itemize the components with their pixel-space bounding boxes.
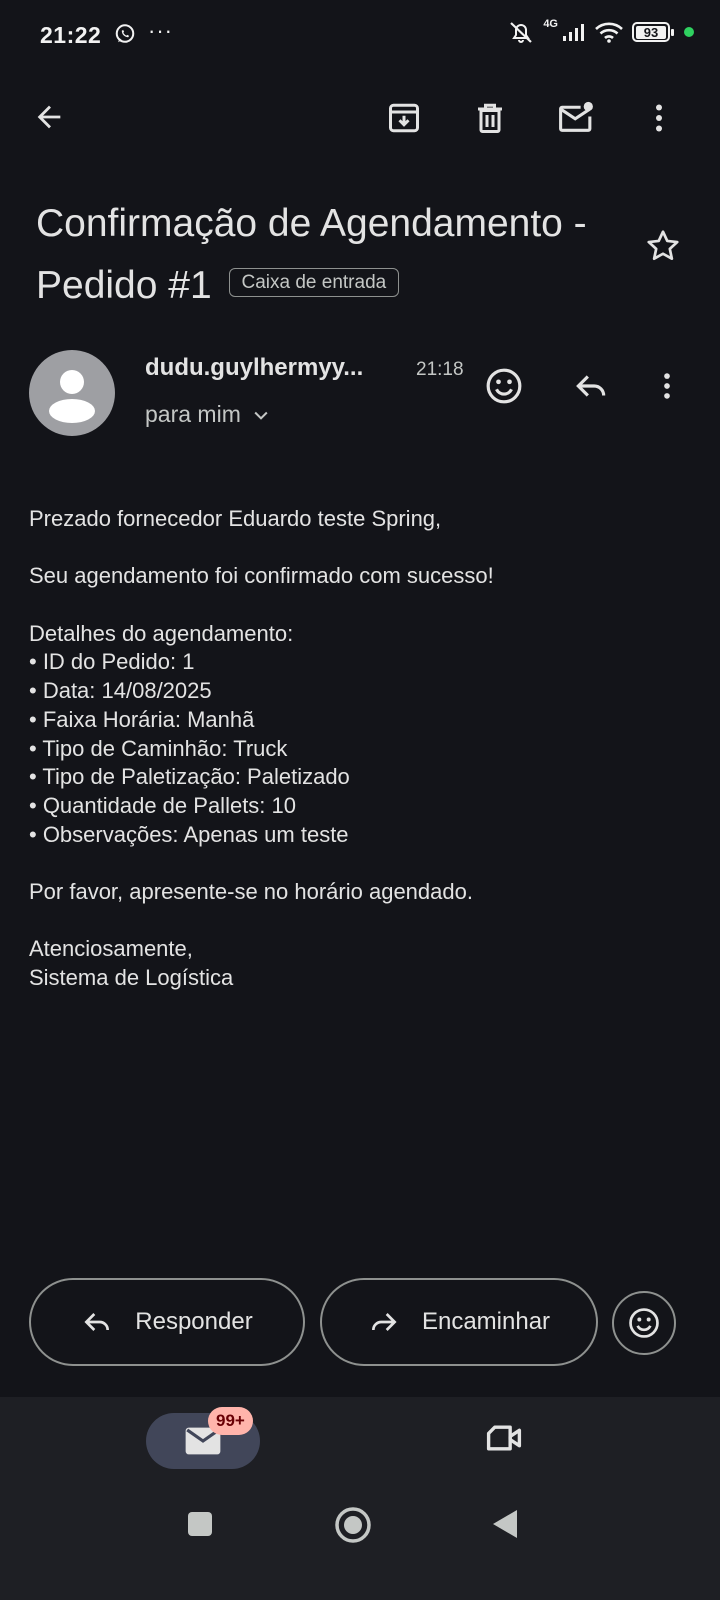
reply-button[interactable]: Responder [29,1278,305,1366]
star-button[interactable] [644,227,682,265]
emoji-icon [629,1308,659,1338]
message-more-button[interactable] [650,367,684,405]
avatar[interactable] [29,350,115,436]
reply-icon [84,1313,110,1331]
reply-icon [576,375,606,397]
person-icon [49,370,95,423]
signal-icon [562,22,586,42]
forward-label: Encaminhar [421,1308,551,1335]
bottom-navigation [0,1397,720,1600]
more-vert-icon [664,373,670,399]
detail-item: • Faixa Horária: Manhã [29,706,255,732]
network-type: 4G [543,18,558,30]
wifi-icon [594,21,624,43]
greeting: Prezado fornecedor Eduardo teste Spring, [29,506,442,531]
detail-item: • Observações: Apenas um teste [29,821,349,847]
home-button[interactable] [334,1506,372,1544]
back-triangle-icon [493,1510,517,1538]
square-icon [188,1512,212,1536]
more-vert-icon [656,104,662,132]
home-circle-icon [335,1507,371,1543]
signature: Sistema de Logística [29,965,234,991]
back-arrow-icon [37,105,61,129]
delete-button[interactable] [472,100,508,136]
emoji-icon [486,368,522,404]
whatsapp-icon [114,23,136,45]
request-text: Por favor, apresente-se no horário agend… [29,879,473,905]
sender-name[interactable]: dudu.guylhermyy... [145,354,363,382]
battery-level: 93 [636,25,666,39]
privacy-indicator [684,27,694,37]
reply-label: Responder [135,1308,253,1335]
status-icons: 4G 93 [507,18,694,44]
archive-button[interactable] [386,100,422,136]
reply-icon-button[interactable] [572,367,610,405]
more-options-button[interactable] [641,100,677,136]
detail-item: • Tipo de Paletização: Paletizado [29,764,350,790]
delete-icon [478,103,502,133]
confirmation-text: Seu agendamento foi confirmado com suces… [29,563,494,589]
forward-icon [371,1313,397,1331]
closing: Atenciosamente, [29,936,193,962]
details-header: Detalhes do agendamento: [29,620,294,646]
recents-button[interactable] [186,1510,214,1538]
notification-overflow: ··· [148,18,173,43]
detail-item: • Tipo de Caminhão: Truck [29,735,288,761]
forward-button[interactable]: Encaminhar [320,1278,598,1366]
silent-bell-icon [507,20,535,44]
detail-item: • ID do Pedido: 1 [29,649,195,675]
battery-icon: 93 [632,22,674,42]
mark-unread-icon [559,101,593,132]
back-button[interactable] [32,100,66,134]
mark-unread-button[interactable] [556,99,596,137]
inbox-label-chip[interactable]: Caixa de entrada [228,268,400,298]
unread-count-badge: 99+ [208,1407,253,1435]
recipient-toggle[interactable]: para mim [145,401,271,428]
email-body: Prezado fornecedor Eduardo teste Spring,… [29,505,689,993]
email-time: 21:18 [416,359,464,380]
emoji-reaction-button[interactable] [612,1291,676,1355]
status-time: 21:22 [40,22,102,48]
star-icon [647,230,679,261]
email-subject: Confirmação de Agendamento - Pedido #1 C… [36,193,636,317]
nav-meet-tab[interactable] [484,1420,524,1456]
back-nav-button[interactable] [490,1508,520,1540]
chevron-down-icon [254,411,268,420]
add-reaction-button[interactable] [484,366,524,406]
detail-item: • Data: 14/08/2025 [29,678,212,704]
detail-item: • Quantidade de Pallets: 10 [29,793,296,818]
archive-icon [389,103,419,133]
video-camera-icon [486,1425,522,1451]
recipient-label: para mim [145,401,241,427]
